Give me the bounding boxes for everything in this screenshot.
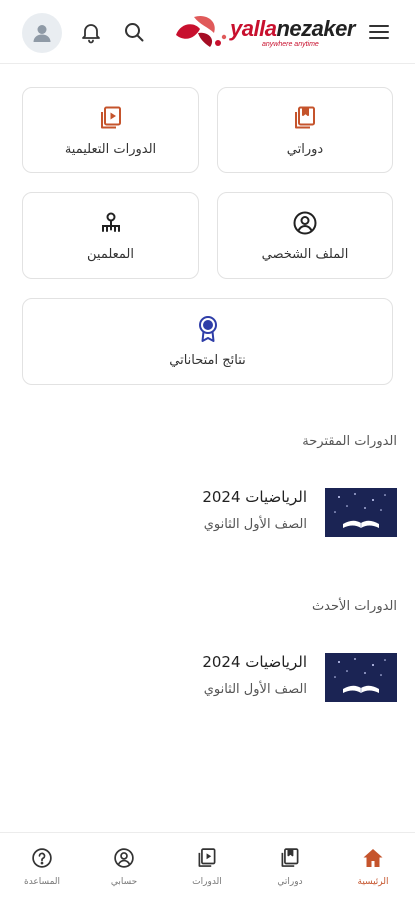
book-illustration-icon: [334, 658, 386, 693]
bottom-nav: الرئيسية دوراتي الدورات حسابي المساعدة: [0, 832, 415, 900]
logo-text: yallanezaker: [230, 16, 355, 41]
notifications-button[interactable]: [78, 19, 104, 45]
nav-courses[interactable]: الدورات: [172, 845, 242, 887]
course-card[interactable]: الرياضيات 2024 الصف الأول الثانوي: [0, 483, 415, 539]
course-subtitle: الصف الأول الثانوي: [203, 517, 307, 532]
tile-exam-results[interactable]: نتائج امتحاناتي: [22, 298, 393, 385]
user-icon: [33, 25, 51, 42]
help-icon: [32, 848, 52, 868]
logo-mark-icon: [176, 15, 227, 47]
section-title-latest: الدورات الأحدث: [311, 599, 397, 614]
tile-profile[interactable]: الملف الشخصي: [217, 192, 393, 279]
book-illustration-icon: [334, 493, 386, 528]
hamburger-icon: [369, 25, 389, 39]
tile-label: المعلمين: [87, 247, 134, 262]
bell-icon: [82, 24, 100, 44]
award-icon: [198, 316, 217, 342]
tile-label: الملف الشخصي: [261, 247, 349, 262]
tile-my-courses[interactable]: دوراتي: [217, 87, 393, 173]
course-thumbnail: [325, 653, 397, 702]
tile-courses[interactable]: الدورات التعليمية: [22, 87, 199, 173]
play-courses-icon: [198, 848, 216, 867]
course-title: الرياضيات 2024: [202, 488, 307, 506]
nav-label: الرئيسية: [357, 877, 389, 887]
home-icon: [363, 849, 383, 867]
logo-tagline: anywhere anytime: [262, 41, 319, 48]
nav-account[interactable]: حسابي: [89, 845, 159, 887]
nav-label: دوراتي: [277, 877, 303, 887]
play-courses-icon: [100, 106, 121, 128]
tile-label: نتائج امتحاناتي: [169, 353, 246, 368]
menu-button[interactable]: [368, 22, 390, 42]
nav-label: الدورات: [192, 877, 222, 887]
search-button[interactable]: [121, 19, 147, 45]
nav-home[interactable]: الرئيسية: [338, 845, 408, 887]
course-title: الرياضيات 2024: [202, 653, 307, 671]
app-header: yallanezaker anywhere anytime: [0, 0, 415, 64]
nav-my-courses[interactable]: دوراتي: [255, 845, 325, 887]
nav-label: المساعدة: [23, 877, 61, 887]
tile-teachers[interactable]: المعلمين: [22, 192, 199, 279]
course-card[interactable]: الرياضيات 2024 الصف الأول الثانوي: [0, 648, 415, 704]
course-subtitle: الصف الأول الثانوي: [203, 682, 307, 697]
search-icon: [125, 23, 144, 42]
course-thumbnail: [325, 488, 397, 537]
account-icon: [114, 848, 134, 868]
my-courses-icon: [281, 848, 299, 867]
tile-label: الدورات التعليمية: [64, 141, 157, 157]
tile-label: دوراتي: [286, 141, 324, 157]
nav-help[interactable]: المساعدة: [7, 845, 77, 887]
brand-logo[interactable]: yallanezaker anywhere anytime: [172, 11, 355, 53]
teachers-icon: [101, 212, 120, 232]
profile-icon: [293, 211, 317, 235]
section-title-suggested: الدورات المقترحة: [302, 434, 397, 449]
my-courses-icon: [295, 106, 315, 128]
nav-label: حسابي: [110, 877, 138, 887]
avatar[interactable]: [22, 13, 62, 53]
